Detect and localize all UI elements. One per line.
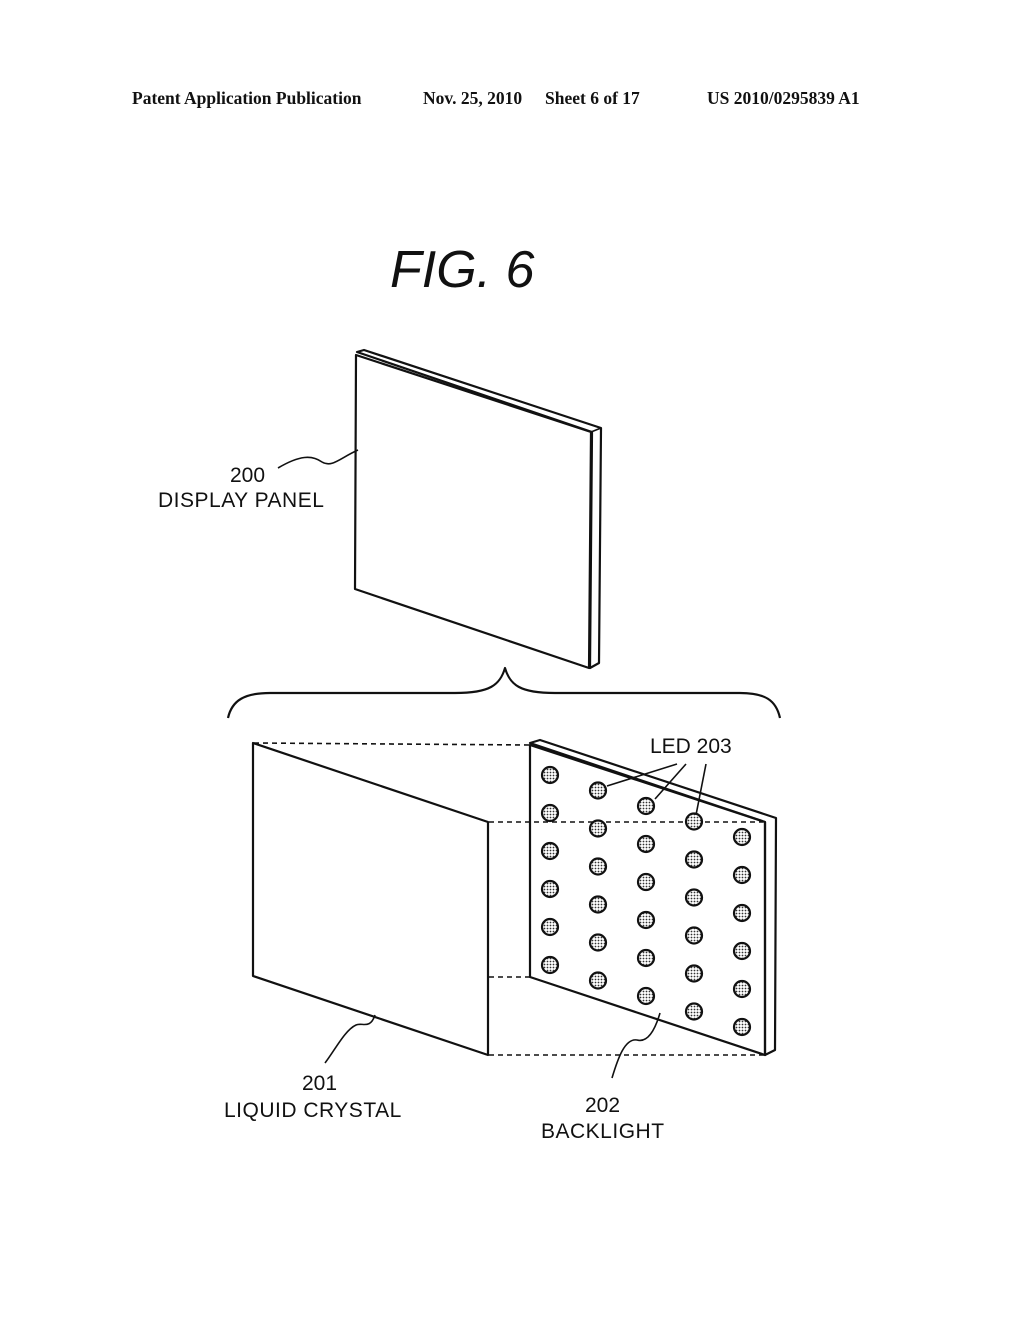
led-203 — [732, 865, 752, 885]
led-203 — [684, 812, 704, 831]
led-203 — [684, 888, 704, 907]
led-203 — [588, 933, 608, 952]
led-203 — [588, 781, 608, 800]
led-203 — [540, 765, 560, 785]
led-203 — [540, 879, 560, 899]
led-203 — [684, 926, 704, 945]
led-203 — [636, 986, 656, 1006]
backlight-face — [528, 743, 767, 1057]
label-ref-202: 202 — [585, 1094, 620, 1117]
led-203 — [636, 834, 656, 854]
led-203 — [636, 910, 656, 930]
leader-line-200 — [277, 449, 359, 469]
led-203 — [588, 819, 608, 838]
led-203 — [732, 979, 752, 999]
leader-line-202 — [611, 1012, 661, 1079]
led-203 — [684, 1002, 704, 1021]
leader-line-201 — [324, 1014, 376, 1064]
label-led-203: LED 203 — [650, 735, 732, 758]
label-ref-201: 201 — [302, 1072, 337, 1095]
exploded-view-brace — [226, 666, 782, 719]
label-ref-200: 200 — [230, 464, 265, 487]
label-backlight: BACKLIGHT — [541, 1120, 665, 1143]
led-203 — [588, 971, 608, 990]
led-203 — [540, 803, 560, 823]
figure-6-diagram: FIG. 6 200 DISPLAY PANEL LED 203 201 LIQ… — [158, 241, 782, 1143]
led-203 — [684, 850, 704, 869]
led-203 — [636, 872, 656, 892]
display-panel-edge — [355, 348, 603, 670]
backlight-202 — [528, 738, 778, 1057]
led-203 — [588, 895, 608, 914]
liquid-crystal-201 — [251, 741, 490, 1057]
led-203 — [636, 948, 656, 968]
display-panel-edge-line — [590, 427, 602, 433]
led-203 — [684, 964, 704, 983]
label-display-panel: DISPLAY PANEL — [158, 489, 324, 512]
display-panel-face — [353, 353, 593, 670]
backlight-edge — [528, 738, 778, 1057]
figure-title: FIG. 6 — [390, 241, 535, 299]
display-panel-200 — [353, 348, 603, 670]
led-203 — [540, 917, 560, 937]
led-203 — [732, 827, 752, 847]
led-203 — [732, 903, 752, 923]
leader-line-led-c — [695, 763, 707, 816]
led-203 — [636, 796, 656, 816]
label-liquid-crystal: LIQUID CRYSTAL — [224, 1099, 402, 1122]
led-203 — [732, 1017, 752, 1037]
led-203 — [540, 841, 560, 861]
led-203 — [540, 955, 560, 975]
led-203 — [588, 857, 608, 876]
led-203 — [732, 941, 752, 961]
